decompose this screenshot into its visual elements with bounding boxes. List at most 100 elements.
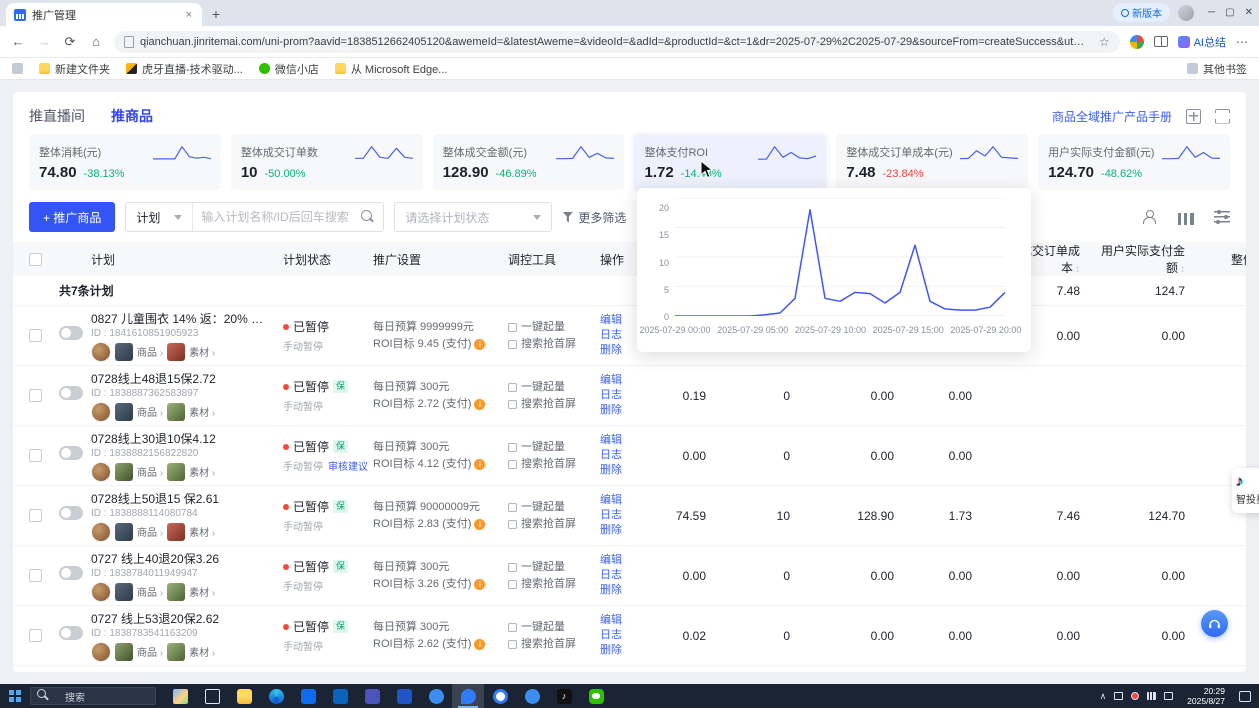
action-link[interactable]: 日志 (600, 628, 650, 643)
action-link[interactable]: 编辑 (600, 553, 650, 568)
metric-card-order-cost[interactable]: 整体成交订单成本(元) 7.48-23.84% (836, 134, 1028, 190)
taskbar-chat-icon[interactable] (452, 684, 484, 708)
action-link[interactable]: 日志 (600, 448, 650, 463)
one-key-boost[interactable]: 一键起量 (521, 619, 565, 636)
product-link[interactable]: 商品 (137, 344, 163, 359)
metric-card-consume[interactable]: 整体消耗(元) 74.80-38.13% (29, 134, 221, 190)
row-checkbox[interactable] (29, 329, 42, 342)
sort-icon[interactable]: ↕ (1180, 264, 1185, 275)
tray-network-icon[interactable] (1147, 692, 1156, 700)
action-link[interactable]: 删除 (600, 523, 650, 538)
search-first-screen[interactable]: 搜索抢首屏 (521, 456, 576, 473)
row-enable-toggle[interactable] (59, 626, 83, 640)
row-checkbox[interactable] (29, 449, 42, 462)
metric-card-roi[interactable]: 整体支付ROI 1.72-14.43% (634, 134, 826, 190)
row-checkbox[interactable] (29, 629, 42, 642)
home-icon[interactable]: ⌂ (88, 34, 104, 49)
action-link[interactable]: 日志 (600, 508, 650, 523)
taskbar-word-icon[interactable] (388, 684, 420, 708)
row-enable-toggle[interactable] (59, 506, 83, 520)
sort-icon[interactable]: ↕ (1075, 264, 1080, 275)
transfer-account-icon[interactable] (1142, 209, 1158, 225)
split-screen-icon[interactable] (1154, 36, 1168, 47)
more-filters-button[interactable]: 更多筛选 (562, 209, 626, 226)
row-checkbox[interactable] (29, 389, 42, 402)
row-enable-toggle[interactable] (59, 566, 83, 580)
browser-menu-icon[interactable]: ⋯ (1236, 35, 1249, 49)
hidden-icons-chevron[interactable]: ∧ (1100, 691, 1107, 702)
search-first-screen[interactable]: 搜索抢首屏 (521, 576, 576, 593)
customer-service-button[interactable] (1201, 610, 1228, 637)
row-enable-toggle[interactable] (59, 446, 83, 460)
search-first-screen[interactable]: 搜索抢首屏 (521, 336, 576, 353)
taskbar-teams-icon[interactable] (356, 684, 388, 708)
material-link[interactable]: 素材 (189, 464, 215, 479)
bookmark-star-icon[interactable]: ☆ (1099, 35, 1110, 49)
taskbar-app-blue-icon[interactable] (420, 684, 452, 708)
plan-name[interactable]: 0727 线上40退20保3.26 (91, 550, 269, 567)
plan-name[interactable]: 0728线上48退15保2.72 (91, 370, 269, 387)
one-key-boost[interactable]: 一键起量 (521, 319, 565, 336)
layout-grid-icon[interactable] (1186, 109, 1201, 124)
one-key-boost[interactable]: 一键起量 (521, 499, 565, 516)
action-link[interactable]: 删除 (600, 463, 650, 478)
window-close-button[interactable]: ✕ (1245, 7, 1253, 18)
other-bookmarks[interactable]: 其他书签 (1187, 61, 1247, 77)
forward-icon[interactable]: → (36, 34, 52, 49)
taskbar-task-view-icon[interactable] (196, 684, 228, 708)
taskbar-search[interactable]: 搜索 (30, 687, 156, 705)
plan-type-select[interactable]: 计划 (126, 203, 193, 231)
search-first-screen[interactable]: 搜索抢首屏 (521, 636, 576, 653)
taskbar-file-explorer-icon[interactable] (228, 684, 260, 708)
material-link[interactable]: 素材 (189, 644, 215, 659)
tab-live-room[interactable]: 推直播间 (29, 106, 85, 126)
metric-card-gmv[interactable]: 整体成交金额(元) 128.90-46.89% (433, 134, 625, 190)
row-checkbox[interactable] (29, 509, 42, 522)
action-link[interactable]: 日志 (600, 388, 650, 403)
plan-search-input[interactable] (193, 210, 361, 224)
search-icon[interactable] (361, 210, 375, 224)
product-link[interactable]: 商品 (137, 524, 163, 539)
taskbar-tiktok-icon[interactable]: ♪ (548, 684, 580, 708)
product-link[interactable]: 商品 (137, 644, 163, 659)
one-key-boost[interactable]: 一键起量 (521, 379, 565, 396)
plan-name[interactable]: 0726线上45 退25 保3.29 (91, 670, 269, 673)
extension-icon[interactable] (1130, 35, 1144, 49)
bookmark-item[interactable]: 微信小店 (259, 61, 319, 77)
url-bar[interactable]: qianchuan.jinritemai.com/uni-prom?aavid=… (114, 31, 1120, 53)
tray-input-icon[interactable] (1164, 692, 1173, 700)
info-icon[interactable]: i (474, 459, 485, 470)
table-settings-icon[interactable] (1214, 209, 1230, 225)
taskbar-store-icon[interactable] (292, 684, 324, 708)
action-link[interactable]: 删除 (600, 403, 650, 418)
select-all-checkbox[interactable] (29, 253, 42, 266)
action-link[interactable]: 编辑 (600, 373, 650, 388)
info-icon[interactable]: i (474, 579, 485, 590)
start-button[interactable] (0, 684, 30, 708)
search-first-screen[interactable]: 搜索抢首屏 (521, 516, 576, 533)
taskbar-widgets-icon[interactable] (164, 684, 196, 708)
bookmark-item[interactable]: 虎牙直播-技术驱动... (126, 61, 243, 77)
tray-display-icon[interactable] (1114, 692, 1123, 700)
review-suggestion-link[interactable]: 审核建议 (328, 458, 368, 473)
new-version-badge[interactable]: 新版本 (1113, 3, 1170, 22)
taskbar-clock[interactable]: 20:29 2025/8/27 (1181, 686, 1231, 706)
metric-card-user-paid[interactable]: 用户实际支付金额(元) 124.70-48.62% (1038, 134, 1230, 190)
browser-profile-avatar[interactable] (1178, 5, 1194, 21)
plan-name[interactable]: 0727 线上53退20保2.62 (91, 610, 269, 627)
taskbar-outlook-icon[interactable] (324, 684, 356, 708)
action-link[interactable]: 编辑 (600, 613, 650, 628)
taskbar-edge-icon[interactable] (260, 684, 292, 708)
action-link[interactable]: 编辑 (600, 493, 650, 508)
product-link[interactable]: 商品 (137, 464, 163, 479)
search-first-screen[interactable]: 搜索抢首屏 (521, 396, 576, 413)
taskbar-app-blue-icon[interactable] (516, 684, 548, 708)
page-info-icon[interactable] (124, 36, 134, 48)
tray-volume-icon[interactable] (1131, 692, 1139, 700)
window-minimize-button[interactable]: ─ (1208, 7, 1215, 18)
fullscreen-icon[interactable] (1215, 109, 1230, 124)
one-key-boost[interactable]: 一键起量 (521, 439, 565, 456)
plan-name[interactable]: 0827 儿童围衣 14% 返：20% 保：9.92 (91, 310, 269, 327)
zhitouxing-widget[interactable]: ♪ 智投星 (1232, 468, 1259, 513)
back-icon[interactable]: ← (10, 34, 26, 49)
